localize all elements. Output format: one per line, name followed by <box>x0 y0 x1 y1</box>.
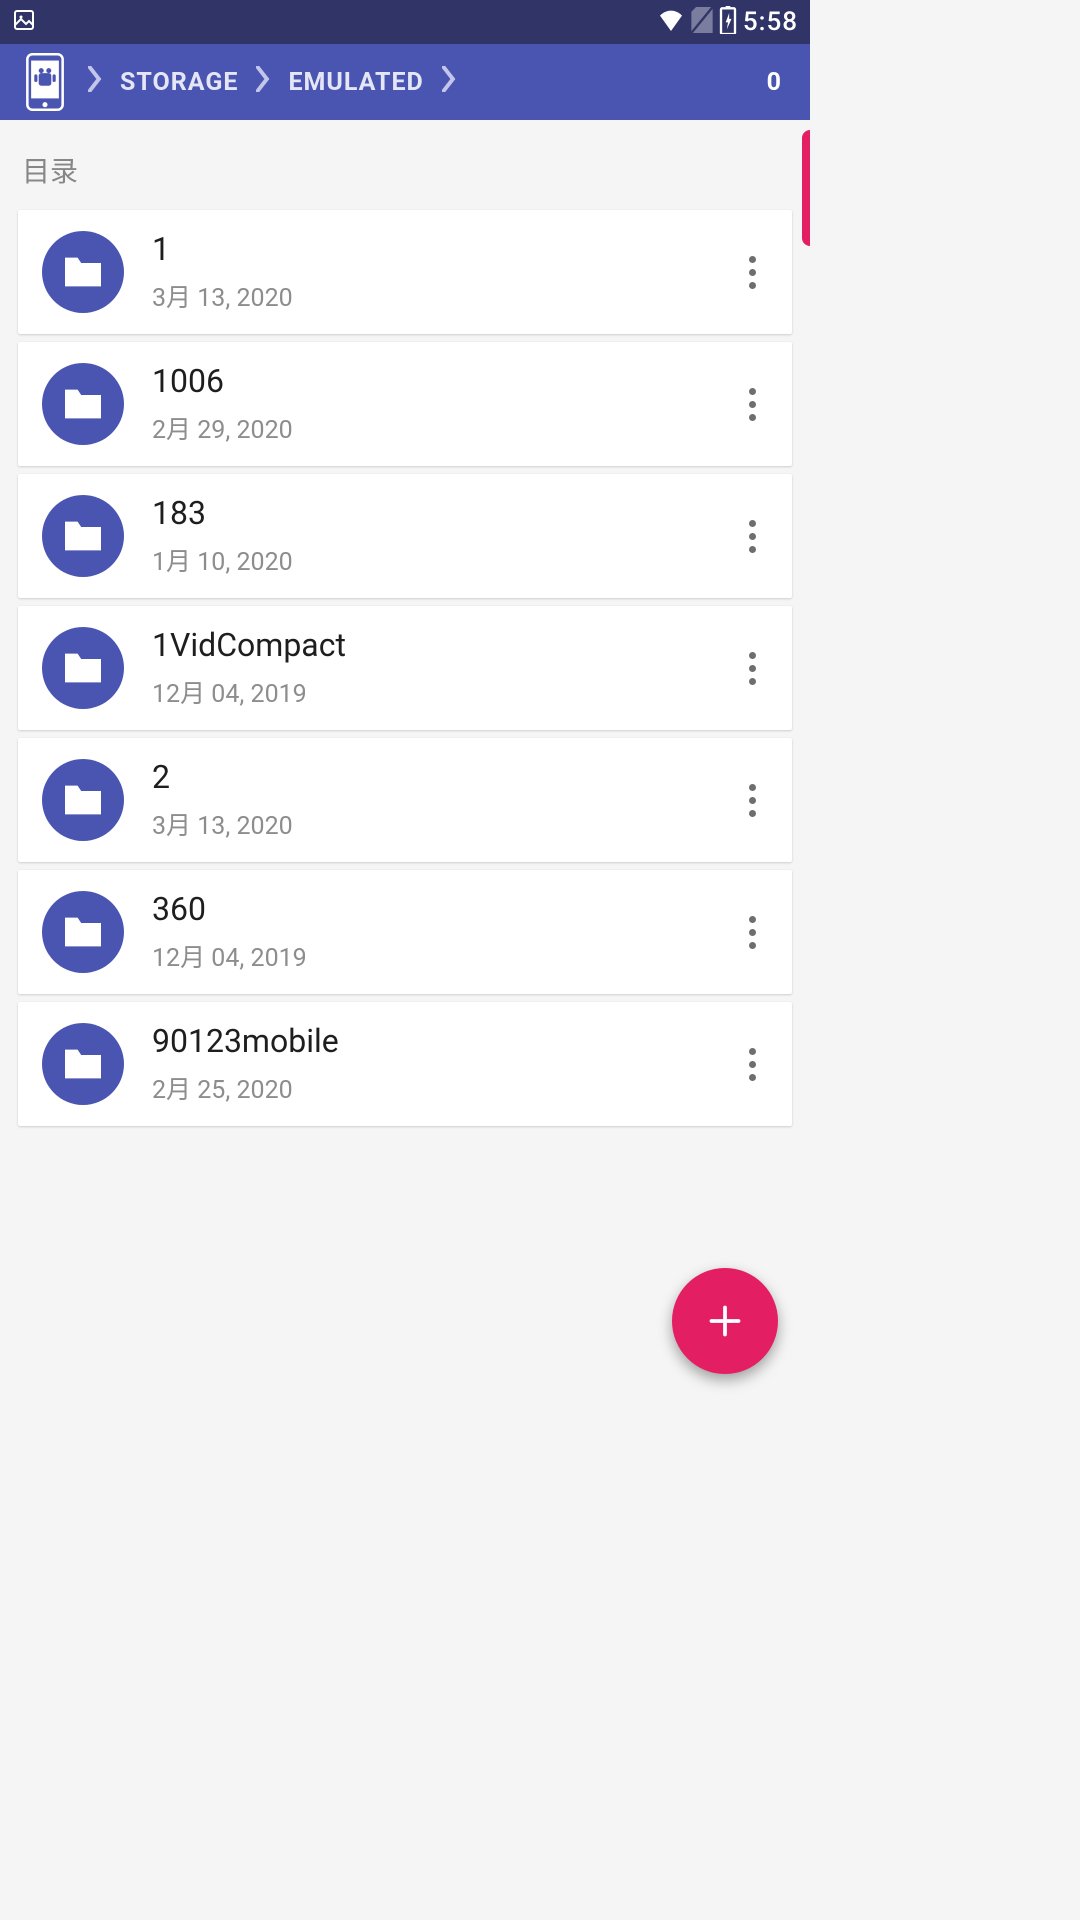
breadcrumb-segment-current[interactable]: 0 <box>767 68 782 97</box>
folder-item[interactable]: 1006 2月 29, 2020 <box>18 342 792 466</box>
folder-icon <box>42 627 124 709</box>
folder-name: 90123mobile <box>152 1022 732 1060</box>
chevron-right-icon <box>256 66 270 99</box>
battery-charging-icon <box>719 6 737 38</box>
folder-name: 1 <box>152 230 732 268</box>
folder-item[interactable]: 183 1月 10, 2020 <box>18 474 792 598</box>
breadcrumb-segment[interactable]: STORAGE <box>120 68 238 97</box>
folder-list: 1 3月 13, 2020 1006 2月 29, 2020 183 1月 10… <box>18 210 792 1126</box>
more-options-button[interactable] <box>732 374 772 434</box>
folder-date: 3月 13, 2020 <box>152 806 732 842</box>
folder-icon <box>42 891 124 973</box>
folder-icon <box>42 1023 124 1105</box>
image-notification-icon <box>12 8 36 36</box>
folder-icon <box>42 759 124 841</box>
chevron-right-icon <box>88 66 102 99</box>
breadcrumb: STORAGE EMULATED 0 <box>0 44 810 120</box>
add-fab-button[interactable] <box>672 1268 778 1374</box>
more-options-button[interactable] <box>732 506 772 566</box>
more-options-button[interactable] <box>732 1034 772 1094</box>
fast-scroll-handle[interactable] <box>802 130 810 246</box>
folder-date: 12月 04, 2019 <box>152 674 732 710</box>
folder-item[interactable]: 1VidCompact 12月 04, 2019 <box>18 606 792 730</box>
folder-icon <box>42 363 124 445</box>
folder-date: 3月 13, 2020 <box>152 278 732 314</box>
chevron-right-icon <box>442 66 456 99</box>
folder-date: 1月 10, 2020 <box>152 542 732 578</box>
folder-item[interactable]: 90123mobile 2月 25, 2020 <box>18 1002 792 1126</box>
status-time: 5:58 <box>743 7 798 37</box>
folder-date: 2月 29, 2020 <box>152 410 732 446</box>
folder-name: 1VidCompact <box>152 626 732 664</box>
more-options-button[interactable] <box>732 770 772 830</box>
folder-item[interactable]: 2 3月 13, 2020 <box>18 738 792 862</box>
folder-name: 183 <box>152 494 732 532</box>
device-root-button[interactable] <box>20 51 70 113</box>
folder-item[interactable]: 1 3月 13, 2020 <box>18 210 792 334</box>
folder-icon <box>42 495 124 577</box>
folder-name: 360 <box>152 890 732 928</box>
folder-name: 2 <box>152 758 732 796</box>
folder-name: 1006 <box>152 362 732 400</box>
folder-date: 12月 04, 2019 <box>152 938 732 974</box>
breadcrumb-segment[interactable]: EMULATED <box>288 68 423 97</box>
plus-icon <box>707 1303 743 1339</box>
more-options-button[interactable] <box>732 242 772 302</box>
no-sim-icon <box>691 7 713 37</box>
more-options-button[interactable] <box>732 902 772 962</box>
more-options-button[interactable] <box>732 638 772 698</box>
folder-item[interactable]: 360 12月 04, 2019 <box>18 870 792 994</box>
wifi-icon <box>657 9 685 35</box>
folder-date: 2月 25, 2020 <box>152 1070 732 1106</box>
status-bar: 5:58 <box>0 0 810 44</box>
section-label: 目录 <box>22 150 792 190</box>
folder-icon <box>42 231 124 313</box>
